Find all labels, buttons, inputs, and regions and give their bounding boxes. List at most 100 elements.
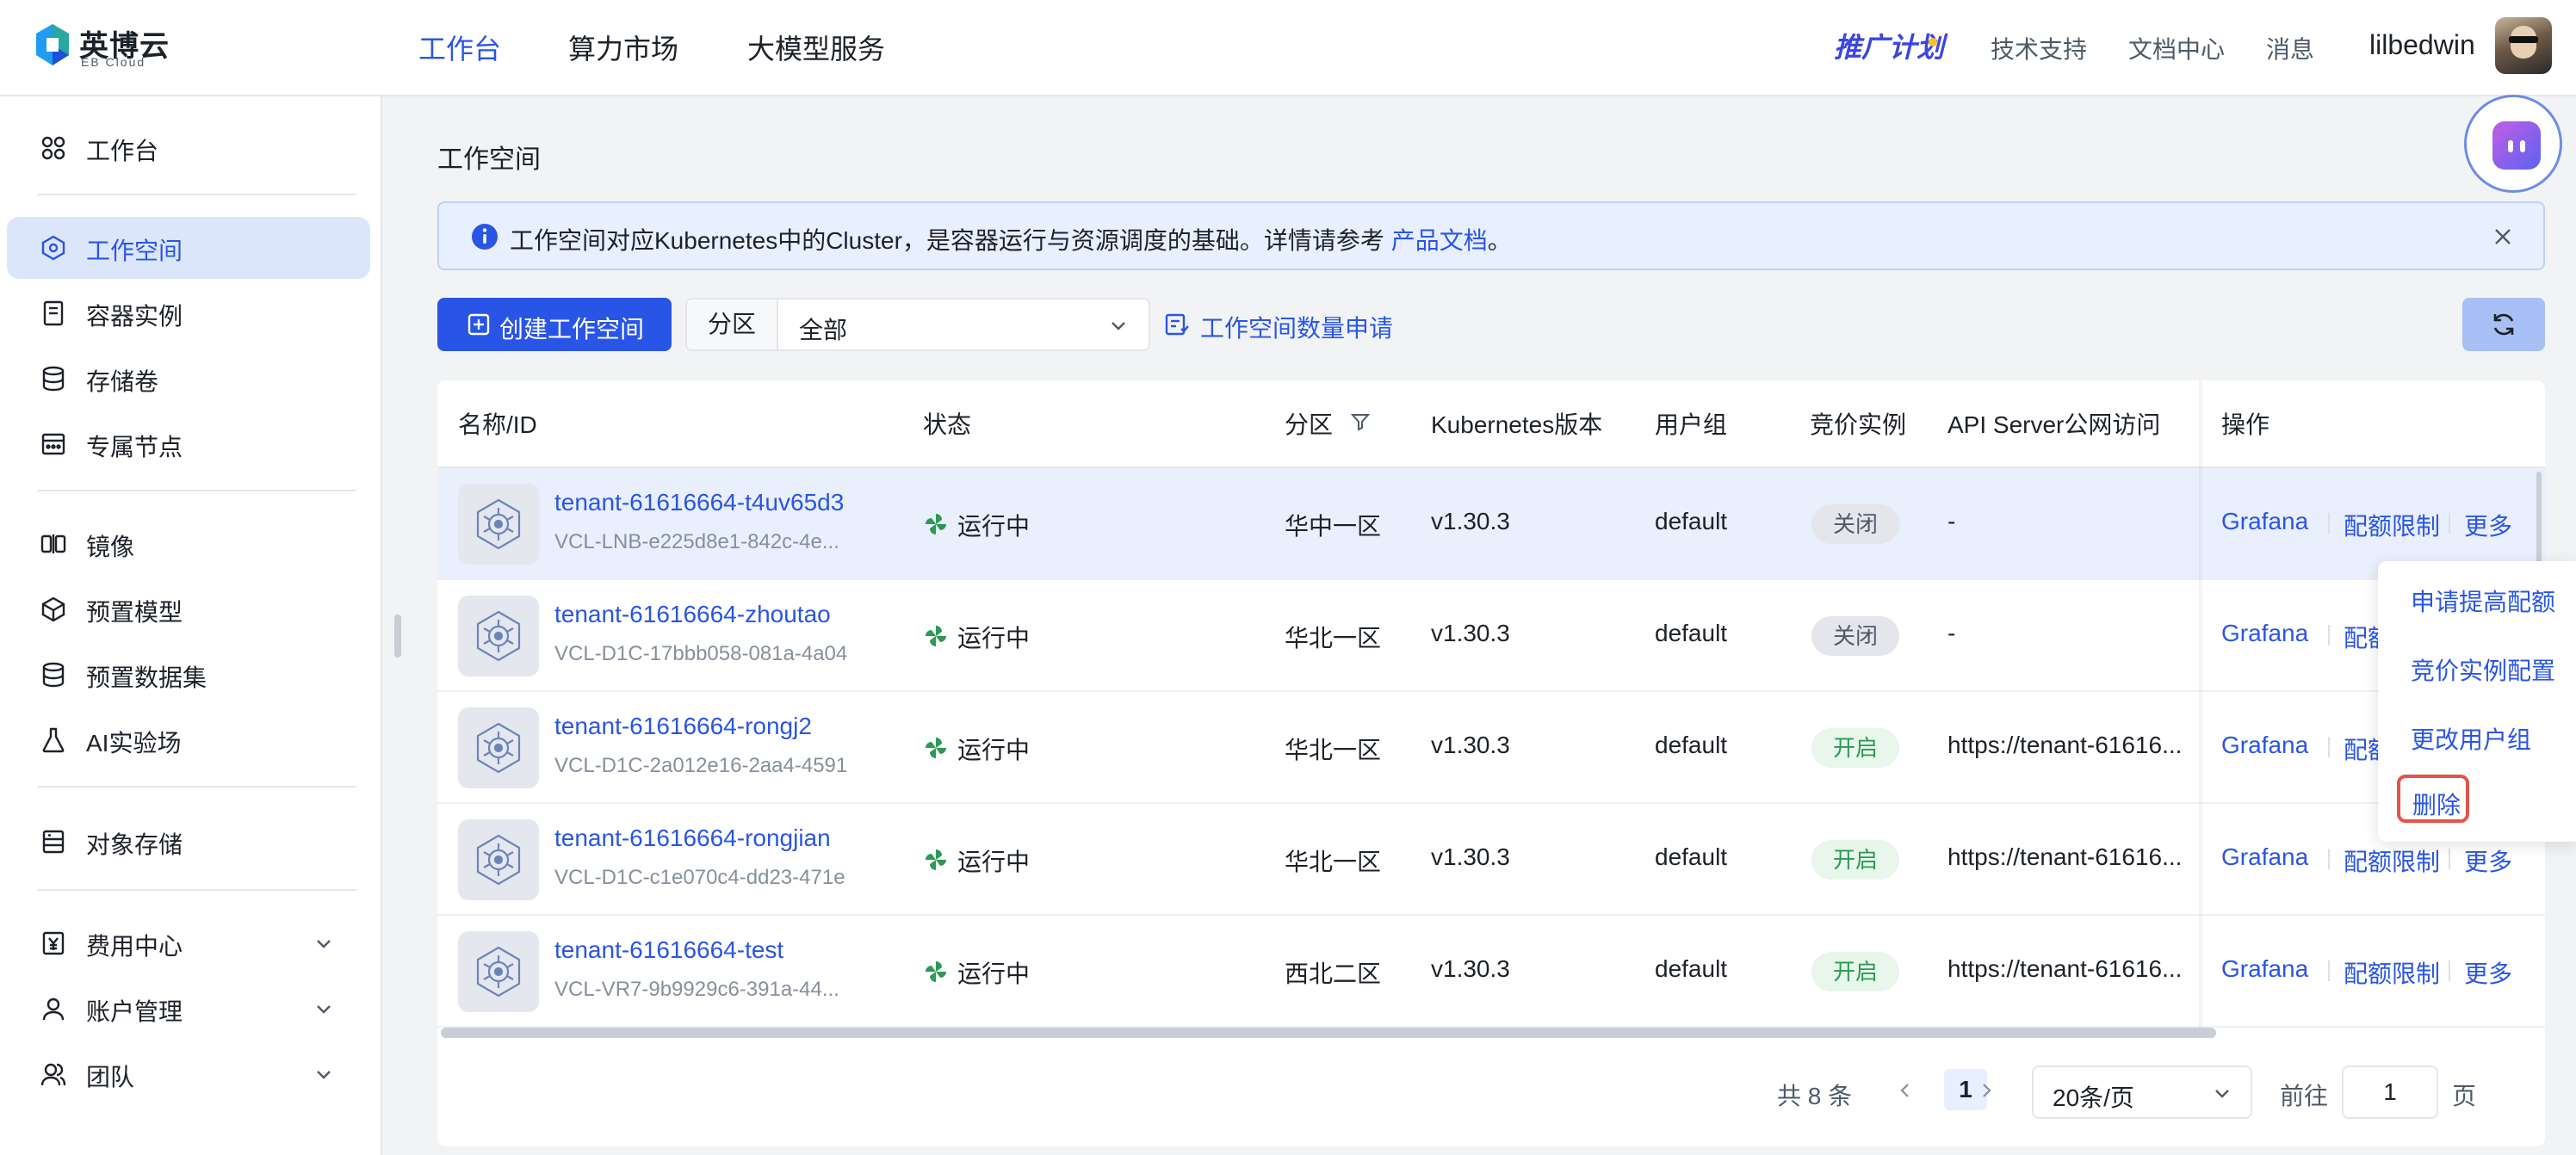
table-row: tenant-61616664-test VCL-VR7-9b9929c6-391… — [437, 916, 2545, 1028]
dataset-icon — [42, 662, 65, 688]
k8s-version-cell: v1.30.3 — [1431, 843, 1510, 870]
robot-eye — [2520, 140, 2525, 152]
close-icon[interactable] — [2492, 225, 2514, 248]
page-size-select[interactable]: 20条/页 — [2032, 1065, 2252, 1119]
sidebar-item-object-storage[interactable]: 对象存储 — [7, 811, 370, 873]
sidebar-item-workspace[interactable]: 工作空间 — [7, 217, 370, 279]
request-quota-increase-item[interactable]: 申请提高配额 — [2411, 584, 2555, 618]
plus-square-icon — [468, 313, 490, 336]
image-icon — [40, 534, 66, 553]
zone-cell: 华北一区 — [1285, 737, 1382, 763]
quota-limit-link[interactable]: 配额限制 — [2344, 508, 2440, 542]
logo[interactable]: 英博云 EB Cloud — [34, 21, 172, 72]
sidebar-item-container[interactable]: 容器实例 — [7, 282, 370, 344]
horizontal-scrollbar[interactable] — [441, 1028, 2216, 1038]
sidebar-item-storage[interactable]: 存储卷 — [7, 348, 370, 410]
docs-link[interactable]: 文档中心 — [2128, 31, 2225, 65]
sidebar-item-workbench[interactable]: 工作台 — [7, 117, 370, 179]
nav-workbench[interactable]: 工作台 — [418, 28, 501, 67]
sidebar-resize-handle[interactable] — [394, 615, 401, 658]
delete-item[interactable]: 删除 — [2397, 775, 2469, 823]
product-docs-link[interactable]: 产品文档 — [1391, 227, 1488, 254]
top-navbar: 英博云 EB Cloud 工作台 算力市场 大模型服务 推广计划 技术支持 文档… — [0, 0, 2576, 96]
workspace-name-link[interactable]: tenant-61616664-rongj2 — [554, 713, 812, 740]
tech-support-link[interactable]: 技术支持 — [1991, 31, 2087, 65]
more-actions-link[interactable]: 更多 — [2464, 508, 2512, 542]
zone-cell: 西北二区 — [1285, 960, 1382, 987]
change-user-group-item[interactable]: 更改用户组 — [2411, 721, 2531, 756]
object-storage-icon — [42, 830, 65, 854]
team-icon — [40, 1063, 66, 1086]
messages-link[interactable]: 消息 — [2266, 31, 2314, 65]
alert-message: 工作空间对应Kubernetes中的Cluster，是容器运行与资源调度的基础。… — [510, 222, 1512, 256]
grafana-link[interactable]: Grafana — [2221, 732, 2308, 759]
zone-cell: 华中一区 — [1285, 513, 1382, 540]
workspace-name-link[interactable]: tenant-61616664-rongjian — [554, 825, 831, 852]
column-header-zone: 分区 — [1285, 411, 1334, 438]
sidebar-item-preset-model[interactable]: 预置模型 — [7, 578, 370, 640]
nav-llm-service[interactable]: 大模型服务 — [747, 28, 885, 67]
delete-label: 删除 — [2412, 792, 2461, 818]
chevron-down-icon — [317, 940, 331, 948]
refresh-icon — [2493, 313, 2514, 336]
more-actions-link[interactable]: 更多 — [2464, 843, 2512, 878]
sidebar-item-image[interactable]: 镜像 — [7, 513, 370, 575]
sidebar-item-preset-dataset[interactable]: 预置数据集 — [7, 644, 370, 706]
goto-page-input[interactable]: 1 — [2342, 1065, 2438, 1119]
create-workspace-label: 创建工作空间 — [499, 316, 645, 343]
filter-icon[interactable] — [1350, 411, 1371, 432]
k8s-version-cell: v1.30.3 — [1431, 732, 1510, 758]
robot-eye — [2508, 140, 2513, 152]
sidebar-item-account[interactable]: 账户管理 — [7, 978, 370, 1040]
info-alert: 工作空间对应Kubernetes中的Cluster，是容器运行与资源调度的基础。… — [437, 201, 2545, 270]
chevron-left-icon[interactable] — [1896, 1081, 1915, 1100]
quota-limit-link[interactable]: 配额限制 — [2344, 955, 2440, 990]
refresh-button[interactable] — [2462, 298, 2545, 351]
workspace-name-link[interactable]: tenant-61616664-t4uv65d3 — [554, 489, 844, 516]
workspace-id: VCL-LNB-e225d8e1-842c-4e... — [554, 530, 839, 553]
spot-instance-badge: 开启 — [1811, 728, 1899, 768]
avatar[interactable] — [2495, 17, 2552, 74]
grafana-link[interactable]: Grafana — [2221, 955, 2308, 983]
zone-cell: 华北一区 — [1285, 849, 1382, 875]
workspace-id: VCL-D1C-17bbb058-081a-4a04 — [554, 642, 848, 665]
workspace-name-link[interactable]: tenant-61616664-zhoutao — [554, 601, 831, 628]
spot-instance-config-item[interactable]: 竞价实例配置 — [2411, 652, 2555, 687]
promo-link[interactable]: 推广计划 — [1834, 26, 1944, 65]
table-row: tenant-61616664-zhoutao VCL-D1C-17bbb058-… — [437, 580, 2545, 692]
api-server-cell: - — [1947, 620, 1956, 646]
sidebar-divider — [38, 889, 356, 891]
sidebar-item-ai-lab[interactable]: AI实验场 — [7, 709, 370, 771]
account-icon — [42, 998, 65, 1021]
column-header-actions: 操作 — [2221, 411, 2270, 438]
grafana-link[interactable]: Grafana — [2221, 508, 2308, 535]
goto-page-suffix: 页 — [2452, 1083, 2477, 1109]
username[interactable]: lilbedwin — [2369, 29, 2475, 61]
action-divider — [2449, 849, 2450, 869]
grafana-link[interactable]: Grafana — [2221, 843, 2308, 871]
spot-instance-badge: 关闭 — [1811, 504, 1899, 544]
chevron-right-icon[interactable] — [1977, 1081, 1996, 1100]
page-size-value: 20条/页 — [2053, 1084, 2134, 1111]
user-group-cell: default — [1655, 732, 1728, 758]
more-actions-link[interactable]: 更多 — [2464, 955, 2512, 990]
sidebar-item-dedicated-node[interactable]: 专属节点 — [7, 413, 370, 475]
sidebar-item-billing[interactable]: 费用中心 — [7, 912, 370, 974]
grafana-link[interactable]: Grafana — [2221, 620, 2308, 647]
sidebar-item-label: 工作空间 — [86, 238, 183, 264]
chevron-down-icon — [317, 1071, 331, 1079]
create-workspace-button[interactable]: 创建工作空间 — [437, 298, 672, 351]
quota-limit-link[interactable]: 配额限制 — [2344, 843, 2440, 878]
info-icon — [472, 224, 498, 250]
zone-filter-select[interactable]: 分区 全部 — [685, 298, 1150, 351]
api-server-cell: https://tenant-61616... — [1947, 955, 2183, 982]
row-actions: Grafana 配额限制 更多 — [2201, 916, 2545, 1028]
sidebar-item-label: 预置模型 — [86, 599, 183, 626]
model-icon — [41, 596, 65, 622]
workspace-name-link[interactable]: tenant-61616664-test — [554, 936, 783, 964]
sidebar-item-team[interactable]: 团队 — [7, 1043, 370, 1105]
workspace-quota-request-label: 工作空间数量申请 — [1200, 315, 1394, 342]
ai-assistant-button[interactable] — [2464, 95, 2562, 193]
user-group-cell: default — [1655, 955, 1728, 982]
nav-compute-market[interactable]: 算力市场 — [568, 28, 678, 67]
